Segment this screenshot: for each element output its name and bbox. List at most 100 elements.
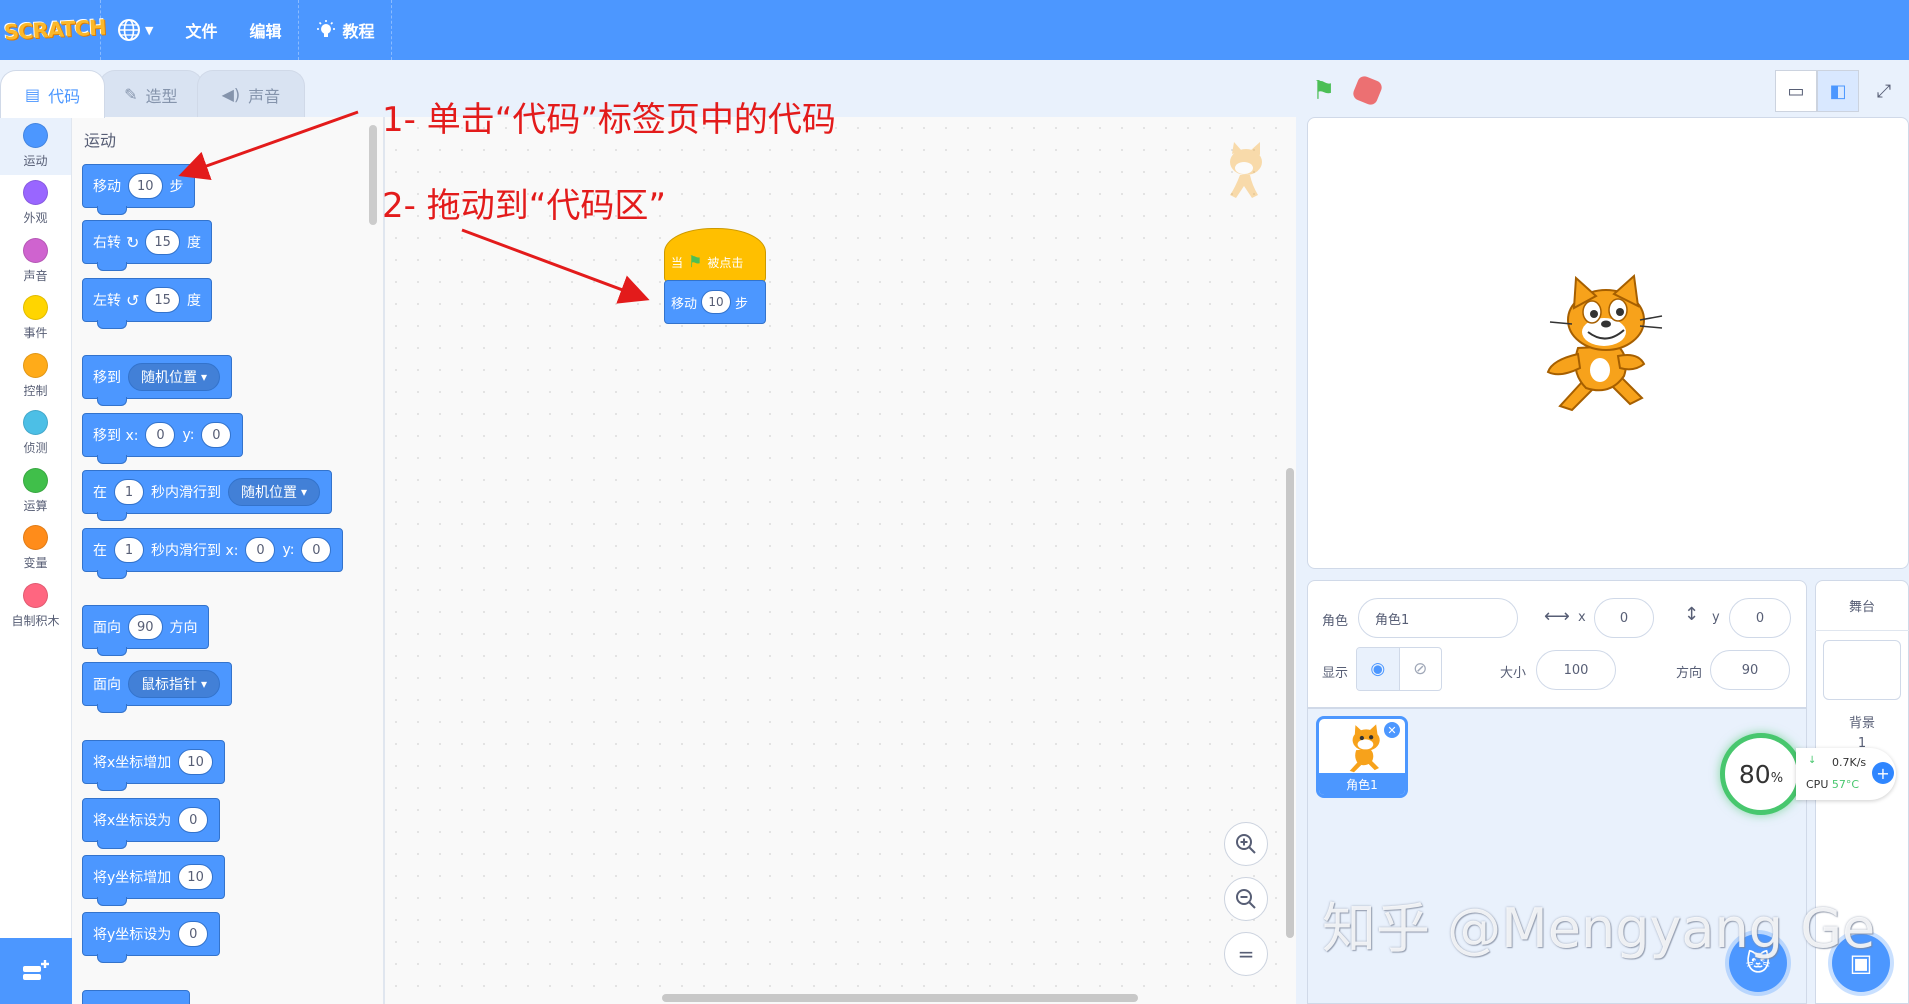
cat-sprite[interactable] [1530, 272, 1670, 412]
brush-icon: ✎ [124, 85, 138, 104]
category-control[interactable]: 控制 [0, 347, 71, 405]
block-point-direction[interactable]: 面向 90 方向 [82, 605, 209, 656]
stage-pane-divider [1815, 630, 1909, 631]
block-label: 将x坐标设为 [93, 813, 172, 829]
scratch-logo[interactable]: SCRATCH [4, 9, 107, 51]
block-input[interactable]: 15 [145, 229, 180, 255]
category-variables[interactable]: 变量 [0, 520, 71, 578]
sprite-name-field[interactable]: 角色1 [1358, 598, 1518, 638]
zoom-reset-button[interactable]: = [1224, 932, 1268, 976]
delete-sprite-button[interactable]: ✕ [1382, 720, 1402, 740]
add-extension-button[interactable] [0, 938, 72, 1004]
category-my-blocks[interactable]: 自制积木 [0, 577, 71, 635]
x-position-field[interactable]: 0 [1594, 598, 1654, 638]
zoom-in-icon [1236, 834, 1256, 854]
hide-sprite-button[interactable]: ⊘ [1400, 648, 1442, 690]
block-input[interactable]: 0 [178, 921, 209, 947]
performance-percent: 80 [1738, 759, 1771, 789]
category-motion[interactable]: 运动 [0, 117, 71, 175]
block-goto-xy[interactable]: 移到 x: 0 y: 0 [82, 413, 244, 464]
block-turn-left[interactable]: 左转 ↺ 15 度 [82, 278, 212, 329]
block-input[interactable]: 0 [145, 422, 176, 448]
block-turn-right[interactable]: 右转 ↻ 15 度 [82, 220, 212, 271]
category-sensing[interactable]: 侦测 [0, 405, 71, 463]
category-label: 运算 [23, 498, 48, 513]
green-flag-icon: ⚑ [1312, 76, 1336, 106]
stop-button[interactable] [1351, 74, 1384, 107]
category-operators[interactable]: 运算 [0, 462, 71, 520]
block-dropdown[interactable]: 随机位置 [228, 478, 321, 506]
category-dot [23, 352, 48, 378]
block-change-y[interactable]: 将y坐标增加 10 [82, 855, 225, 906]
y-position-field[interactable]: 0 [1729, 598, 1791, 638]
when-flag-clicked-block[interactable]: 当 ⚑ 被点击 [664, 228, 766, 282]
block-dropdown[interactable]: 随机位置 [128, 363, 221, 391]
zoom-out-button[interactable] [1224, 877, 1268, 921]
tutorials-menu[interactable]: 教程 [299, 0, 391, 60]
code-move-block[interactable]: 移动 10 步 [664, 280, 766, 324]
network-speed: 0.7K/s [1832, 756, 1867, 769]
block-label: 移到 [93, 370, 121, 386]
edit-menu[interactable]: 编辑 [233, 0, 297, 60]
block-input[interactable]: 0 [201, 422, 232, 448]
show-label: 显示 [1322, 666, 1349, 681]
category-dot [23, 525, 48, 551]
block-label: y: [182, 427, 195, 443]
sprite-label: 角色 [1322, 614, 1349, 629]
block-input[interactable]: 0 [245, 537, 276, 563]
block-partial[interactable] [82, 990, 190, 1004]
block-input[interactable]: 10 [178, 864, 213, 890]
large-stage-button[interactable]: ◧ [1817, 70, 1859, 112]
category-dot [23, 467, 48, 493]
block-input[interactable]: 0 [178, 807, 209, 833]
zoom-out-icon [1236, 889, 1256, 909]
block-label: 将y坐标设为 [93, 927, 172, 943]
show-sprite-button[interactable]: ◉ [1357, 648, 1400, 690]
palette-scrollbar[interactable] [369, 125, 377, 225]
tab-code[interactable]: ▤ 代码 [0, 70, 106, 118]
category-events[interactable]: 事件 [0, 290, 71, 348]
block-input[interactable]: 15 [145, 287, 180, 313]
block-input[interactable]: 10 [128, 173, 163, 199]
code-area-horizontal-scrollbar[interactable] [662, 994, 1138, 1002]
block-set-y[interactable]: 将y坐标设为 0 [82, 912, 221, 963]
category-looks[interactable]: 外观 [0, 175, 71, 233]
size-field[interactable]: 100 [1536, 650, 1616, 690]
block-glide-to[interactable]: 在 1 秒内滑行到 随机位置 [82, 470, 333, 521]
performance-percent-sign: % [1770, 770, 1784, 786]
file-menu[interactable]: 文件 [169, 0, 233, 60]
direction-field[interactable]: 90 [1710, 650, 1790, 690]
tab-sounds[interactable]: ◀) 声音 [196, 70, 306, 118]
block-move-steps[interactable]: 移动 10 步 [82, 164, 195, 215]
stage-thumbnail[interactable] [1823, 640, 1901, 700]
widget-expand-button[interactable]: + [1872, 762, 1894, 784]
block-input[interactable]: 10 [701, 290, 732, 314]
category-sound[interactable]: 声音 [0, 232, 71, 290]
code-area[interactable] [384, 117, 1296, 1004]
language-menu[interactable]: ▼ [101, 0, 169, 60]
tab-costumes[interactable]: ✎ 造型 [99, 70, 203, 118]
block-glide-xy[interactable]: 在 1 秒内滑行到 x: 0 y: 0 [82, 528, 344, 579]
cpu-readout: CPU 57°C [1806, 778, 1859, 791]
close-icon: ✕ [1387, 723, 1397, 737]
block-change-x[interactable]: 将x坐标增加 10 [82, 740, 225, 791]
block-set-x[interactable]: 将x坐标设为 0 [82, 798, 221, 849]
block-goto[interactable]: 移到 随机位置 [82, 355, 233, 406]
block-input[interactable]: 90 [128, 614, 163, 640]
block-input[interactable]: 1 [114, 479, 144, 505]
fullscreen-icon: ⤢ [1876, 80, 1892, 102]
zoom-in-button[interactable] [1224, 822, 1268, 866]
small-stage-button[interactable]: ▭ [1775, 70, 1817, 112]
performance-gauge[interactable]: 80% [1720, 733, 1802, 815]
block-dropdown[interactable]: 鼠标指针 [128, 670, 221, 698]
tab-sounds-label: 声音 [248, 86, 281, 106]
green-flag-button[interactable]: ⚑ [1312, 76, 1335, 106]
eye-off-icon: ⊘ [1413, 659, 1428, 679]
block-input[interactable]: 10 [178, 749, 213, 775]
block-input[interactable]: 0 [301, 537, 332, 563]
block-input[interactable]: 1 [114, 537, 144, 563]
block-label: 面向 [93, 620, 121, 636]
code-area-vertical-scrollbar[interactable] [1286, 468, 1294, 938]
block-point-towards[interactable]: 面向 鼠标指针 [82, 662, 233, 713]
fullscreen-button[interactable]: ⤢ [1863, 70, 1905, 112]
